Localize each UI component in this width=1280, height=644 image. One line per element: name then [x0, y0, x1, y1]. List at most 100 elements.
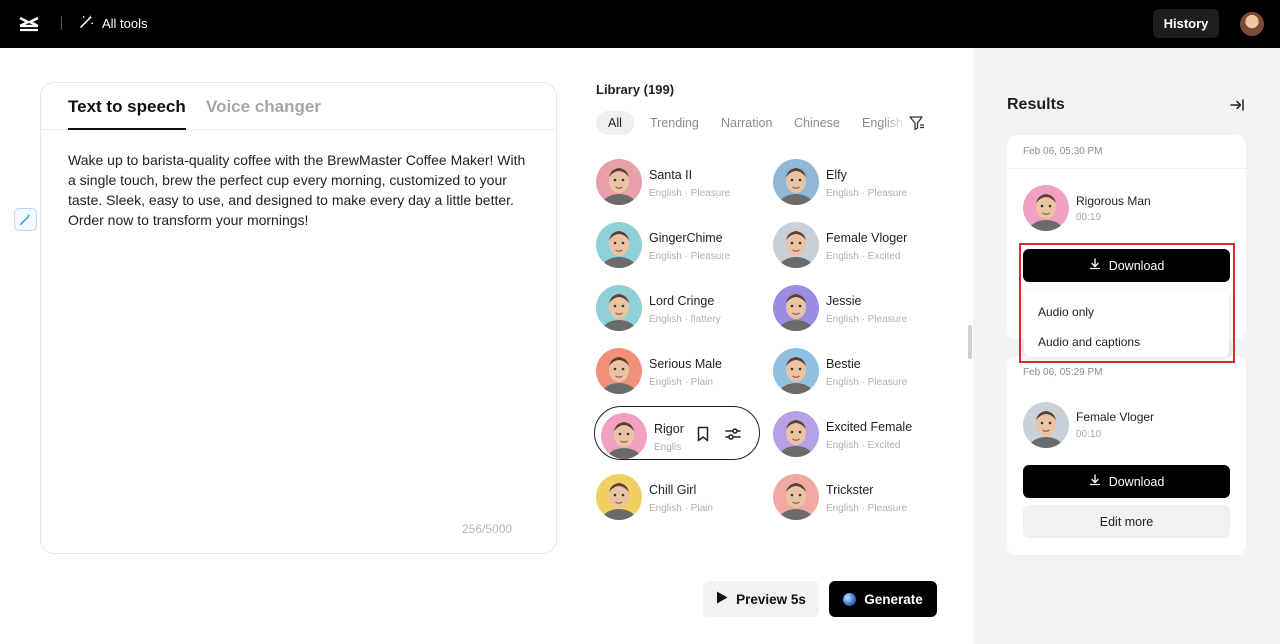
filter-trending[interactable]: Trending [650, 111, 699, 135]
voice-avatar [773, 474, 819, 520]
voice-name: Bestie [826, 357, 861, 371]
voice-item[interactable]: Chill Girl English · Plain [590, 468, 760, 524]
results-title: Results [1007, 96, 1065, 113]
result-duration: 00:10 [1076, 429, 1102, 440]
divider [61, 16, 62, 30]
tab-voice-changer[interactable]: Voice changer [206, 97, 321, 117]
voice-tags: English · Excited [826, 440, 901, 451]
preview-label: Preview 5s [736, 591, 806, 607]
voice-name: Female Vloger [826, 231, 908, 245]
voice-tags: English · Plain [654, 442, 682, 453]
filter-narration[interactable]: Narration [721, 111, 772, 135]
download-button[interactable]: Download [1023, 249, 1230, 282]
result-voice-name: Rigorous Man [1076, 194, 1151, 208]
menu-item-audio-and-captions[interactable]: Audio and captions [1038, 335, 1140, 349]
voice-list-fade [590, 530, 940, 554]
user-avatar[interactable] [1240, 12, 1264, 36]
result-card: Feb 06, 05:29 PM Female Vloger 00:10 Dow… [1007, 356, 1246, 555]
text-editor-panel: Text to speech Voice changer Wake up to … [40, 82, 557, 554]
voice-name: Elfy [826, 168, 847, 182]
voice-avatar [596, 474, 642, 520]
voice-tags: English · flattery [649, 314, 721, 325]
download-icon [1089, 474, 1101, 489]
collapse-panel-icon[interactable] [1229, 97, 1245, 113]
voice-avatar [1023, 185, 1069, 231]
voice-avatar [1023, 402, 1069, 448]
history-button[interactable]: History [1153, 9, 1219, 38]
voice-avatar [596, 285, 642, 331]
generate-orb-icon [843, 592, 857, 606]
download-dropdown-menu: Audio only Audio and captions [1024, 291, 1229, 357]
magic-wand-icon[interactable] [14, 208, 37, 231]
voice-tags: English · Pleasure [649, 188, 731, 199]
voice-tags: English · Pleasure [826, 188, 908, 199]
voice-name: GingerChime [649, 231, 723, 245]
voice-item[interactable]: Santa II English · Pleasure [590, 153, 760, 209]
voice-item[interactable]: Excited Female English · Excited [767, 405, 937, 461]
filter-all[interactable]: All [596, 111, 634, 135]
voice-item[interactable]: Bestie English · Pleasure [767, 342, 937, 398]
download-button[interactable]: Download [1023, 465, 1230, 498]
all-tools-button[interactable]: All tools [79, 14, 148, 32]
voice-tags: English · Pleasure [826, 503, 908, 514]
voice-avatar [773, 222, 819, 268]
voice-name: Excited Female [826, 420, 913, 434]
divider [1007, 168, 1246, 169]
voice-item[interactable]: Elfy English · Pleasure [767, 153, 937, 209]
generate-label: Generate [864, 591, 923, 607]
result-voice-name: Female Vloger [1076, 410, 1155, 424]
voice-tags: English · Plain [649, 503, 713, 514]
filter-chinese[interactable]: Chinese [794, 111, 840, 135]
voice-tags: English · Pleasure [649, 251, 731, 262]
edit-more-button[interactable]: Edit more [1023, 505, 1230, 538]
voice-avatar [773, 348, 819, 394]
voice-tags: English · Pleasure [826, 377, 908, 388]
download-label: Download [1108, 474, 1165, 489]
voice-name: Trickster [826, 483, 874, 497]
voice-item[interactable]: GingerChime English · Pleasure [590, 216, 760, 272]
voice-tags: English · Plain [649, 377, 713, 388]
result-date: Feb 06, 05:30 PM [1023, 146, 1103, 157]
filters-fade [884, 111, 908, 137]
voice-avatar [596, 159, 642, 205]
result-duration: 00:19 [1076, 212, 1102, 223]
download-label: Download [1108, 258, 1165, 273]
preview-button[interactable]: Preview 5s [703, 581, 819, 617]
adjust-settings-icon[interactable] [724, 425, 742, 443]
menu-item-audio-only[interactable]: Audio only [1038, 305, 1094, 319]
voice-tags: English · Excited [826, 251, 901, 262]
voice-name: Rigorous Man [654, 422, 684, 436]
voice-item[interactable]: Rigorous Man English · Plain [594, 406, 760, 460]
script-text-area[interactable]: Wake up to barista-quality coffee with t… [68, 150, 533, 230]
bookmark-icon[interactable] [694, 425, 712, 443]
voice-item[interactable]: Trickster English · Pleasure [767, 468, 937, 524]
voice-avatar [773, 285, 819, 331]
play-icon [716, 591, 728, 607]
voice-item[interactable]: Female Vloger English · Excited [767, 216, 937, 272]
voice-tags: English · Pleasure [826, 314, 908, 325]
result-date: Feb 06, 05:29 PM [1023, 367, 1103, 378]
library-title: Library (199) [596, 82, 675, 97]
voice-item[interactable]: Lord Cringe English · flattery [590, 279, 760, 335]
scrollbar-handle[interactable] [968, 325, 972, 359]
editor-tabs: Text to speech Voice changer [41, 83, 556, 130]
top-bar: All tools History [0, 0, 1280, 48]
active-tab-indicator [68, 128, 186, 130]
voice-name: Chill Girl [649, 483, 697, 497]
magic-wand-icon [79, 14, 94, 32]
filter-settings-icon[interactable] [908, 114, 926, 132]
voice-library-grid: Santa II English · Pleasure Elfy English · … [590, 153, 940, 553]
all-tools-label: All tools [102, 15, 148, 31]
voice-item[interactable]: Jessie English · Pleasure [767, 279, 937, 335]
voice-name: Lord Cringe [649, 294, 715, 308]
voice-item[interactable]: Serious Male English · Plain [590, 342, 760, 398]
voice-avatar [596, 348, 642, 394]
voice-name: Jessie [826, 294, 862, 308]
generate-button[interactable]: Generate [829, 581, 937, 617]
tab-text-to-speech[interactable]: Text to speech [68, 97, 186, 117]
voice-name: Santa II [649, 168, 693, 182]
voice-name: Serious Male [649, 357, 722, 371]
capcut-logo-icon[interactable] [18, 13, 40, 35]
download-icon [1089, 258, 1101, 273]
character-count: 256/5000 [462, 522, 513, 536]
